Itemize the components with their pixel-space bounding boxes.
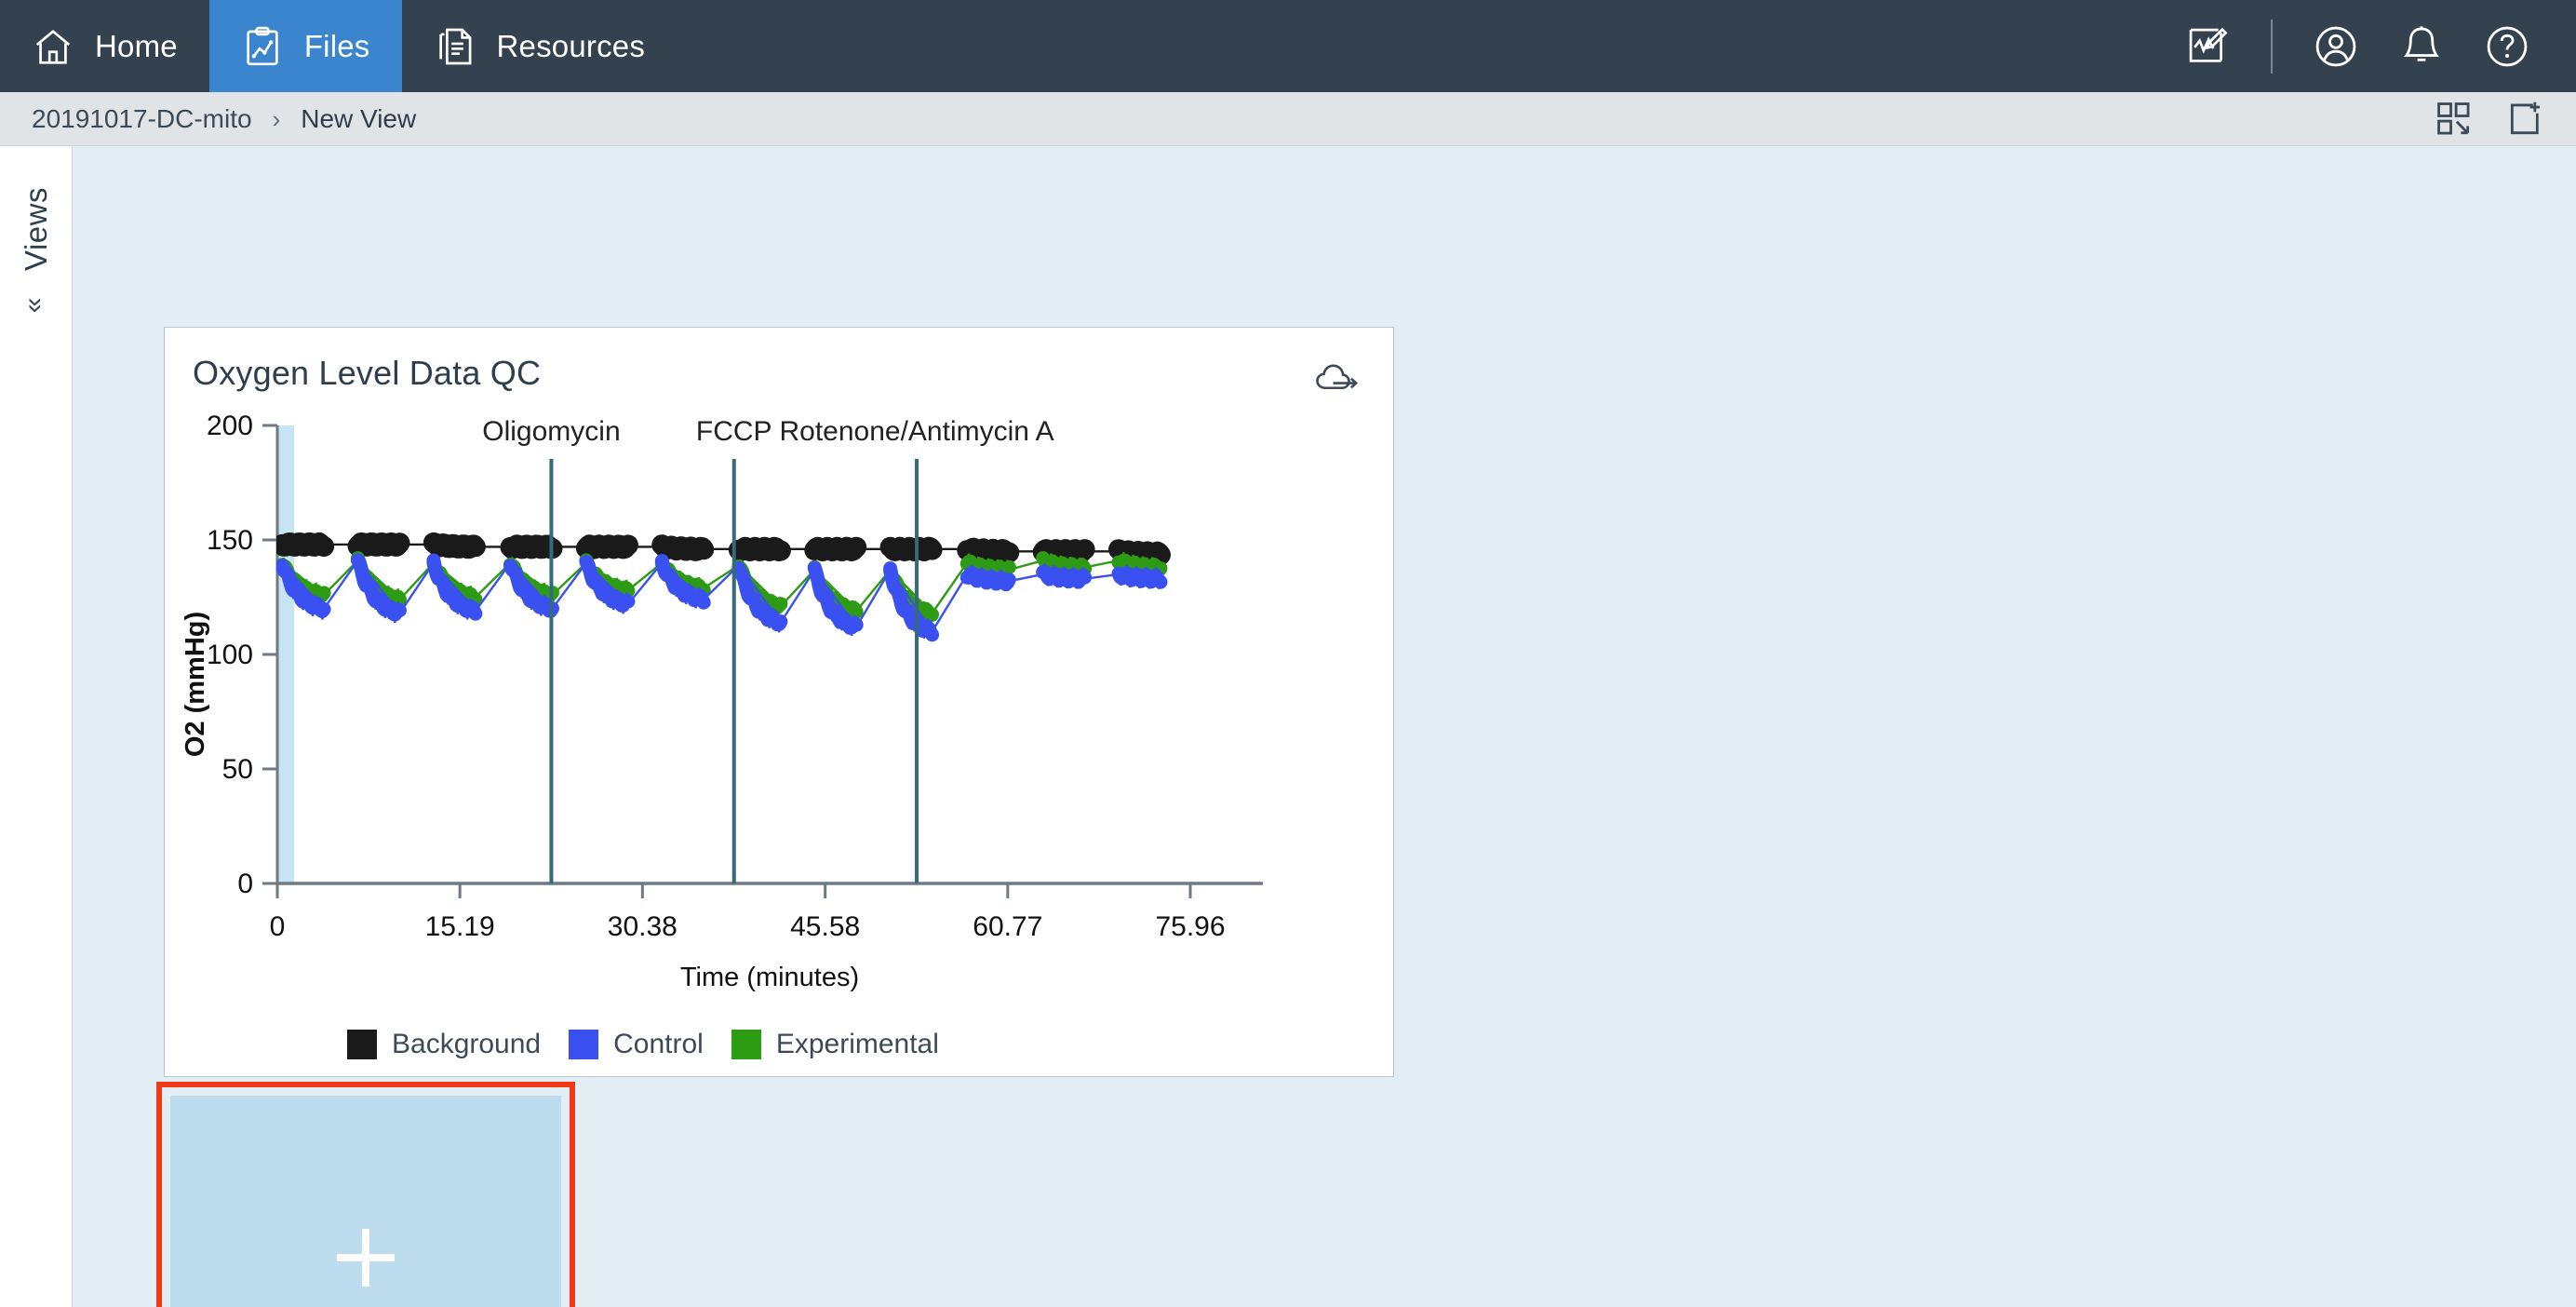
x-tick-label: 0 <box>270 911 286 942</box>
nav-tab-files[interactable]: Files <box>208 0 402 92</box>
nav-divider <box>2271 19 2273 74</box>
nav-tab-resources[interactable]: Resources <box>402 0 678 92</box>
legend-swatch-experimental <box>731 1030 761 1059</box>
views-label: Views <box>18 187 53 271</box>
legend-swatch-control <box>569 1030 599 1059</box>
injection-label: Rotenone/Antimycin A <box>779 416 1053 447</box>
views-sidebar-rail: Views » <box>0 146 73 1307</box>
nav-tab-files-label: Files <box>303 28 370 63</box>
breadcrumb-actions <box>2435 100 2544 139</box>
chart-panel: Oxygen Level Data QC 0 50 100 150 200 0 … <box>164 327 1394 1077</box>
legend-swatch-background <box>347 1030 377 1059</box>
chart-panel-header: Oxygen Level Data QC <box>165 328 1393 401</box>
series-control <box>276 553 1168 642</box>
x-tick-label: 15.19 <box>425 911 495 942</box>
legend-item-background[interactable]: Background <box>347 1029 541 1060</box>
injection-annotations: Oligomycin FCCP Rotenone/Antimycin A <box>482 416 1054 883</box>
body-wrapper: Views » Oxygen Level Data QC 0 50 100 15… <box>0 146 2576 1307</box>
nav-tab-resources-label: Resources <box>496 28 646 63</box>
x-tick-label: 60.77 <box>973 911 1042 942</box>
legend-label-background: Background <box>392 1029 542 1059</box>
bell-icon[interactable] <box>2379 0 2464 92</box>
breadcrumb-separator-icon: › <box>272 104 281 133</box>
y-tick-label: 150 <box>207 525 253 556</box>
legend-item-control[interactable]: Control <box>569 1029 704 1060</box>
breadcrumb-bar: 20191017-DC-mito › New View <box>0 92 2576 146</box>
x-tick-label: 30.38 <box>608 911 678 942</box>
add-view-thumbnail-inner <box>170 1096 561 1307</box>
x-axis-label: Time (minutes) <box>680 963 859 992</box>
grid-layout-icon[interactable] <box>2435 100 2474 139</box>
resources-icon <box>434 25 476 68</box>
injection-label: Oligomycin <box>482 416 620 447</box>
y-tick-label: 50 <box>222 754 253 785</box>
nav-tab-home[interactable]: Home <box>0 0 209 92</box>
top-navigation-bar: Home Files Resources <box>0 0 2576 92</box>
legend-label-control: Control <box>613 1029 704 1059</box>
files-icon <box>241 25 284 68</box>
user-circle-icon[interactable] <box>2293 0 2379 92</box>
breadcrumb-item-current[interactable]: New View <box>301 104 416 134</box>
series-background <box>276 532 1171 566</box>
oxygen-level-plot: 050100150200 0 15.19 30.38 45.58 60.77 75.96 … <box>181 411 1263 992</box>
cloud-export-icon[interactable] <box>1313 359 1362 401</box>
series-layer <box>276 532 1171 642</box>
x-axis-ticks: 0 15.19 30.38 45.58 60.77 75.96 <box>270 883 1226 942</box>
legend-item-experimental[interactable]: Experimental <box>731 1029 939 1060</box>
chart-legend: Background Control Experimental <box>165 1029 1393 1060</box>
add-panel-icon[interactable] <box>2505 100 2544 139</box>
plus-icon <box>337 1228 395 1287</box>
home-icon <box>32 25 74 68</box>
y-tick-label: 200 <box>207 411 253 441</box>
highlight-band <box>277 425 295 883</box>
y-tick-label: 100 <box>207 640 253 670</box>
nav-right-actions <box>2165 0 2576 92</box>
y-axis-label: O2 (mmHg) <box>181 612 210 757</box>
y-axis-ticks: 0 50 100 150 200 <box>207 411 277 899</box>
series-experimental <box>276 551 1168 625</box>
add-view-thumbnail[interactable] <box>156 1082 575 1307</box>
x-tick-label: 45.58 <box>790 911 860 942</box>
breadcrumb-item-dataset[interactable]: 20191017-DC-mito <box>32 104 252 134</box>
legend-label-experimental: Experimental <box>775 1029 939 1059</box>
injection-label: FCCP <box>696 416 772 447</box>
workspace-canvas: Oxygen Level Data QC 0 50 100 150 200 0 … <box>73 146 2576 1307</box>
chart-pencil-icon[interactable] <box>2165 0 2250 92</box>
chart-title: Oxygen Level Data QC <box>193 354 542 392</box>
help-circle-icon[interactable] <box>2464 0 2550 92</box>
nav-tab-home-label: Home <box>95 28 178 63</box>
y-tick-label: 0 <box>237 869 253 899</box>
x-tick-label: 75.96 <box>1155 911 1225 942</box>
chevron-double-right-icon[interactable]: » <box>21 298 52 314</box>
